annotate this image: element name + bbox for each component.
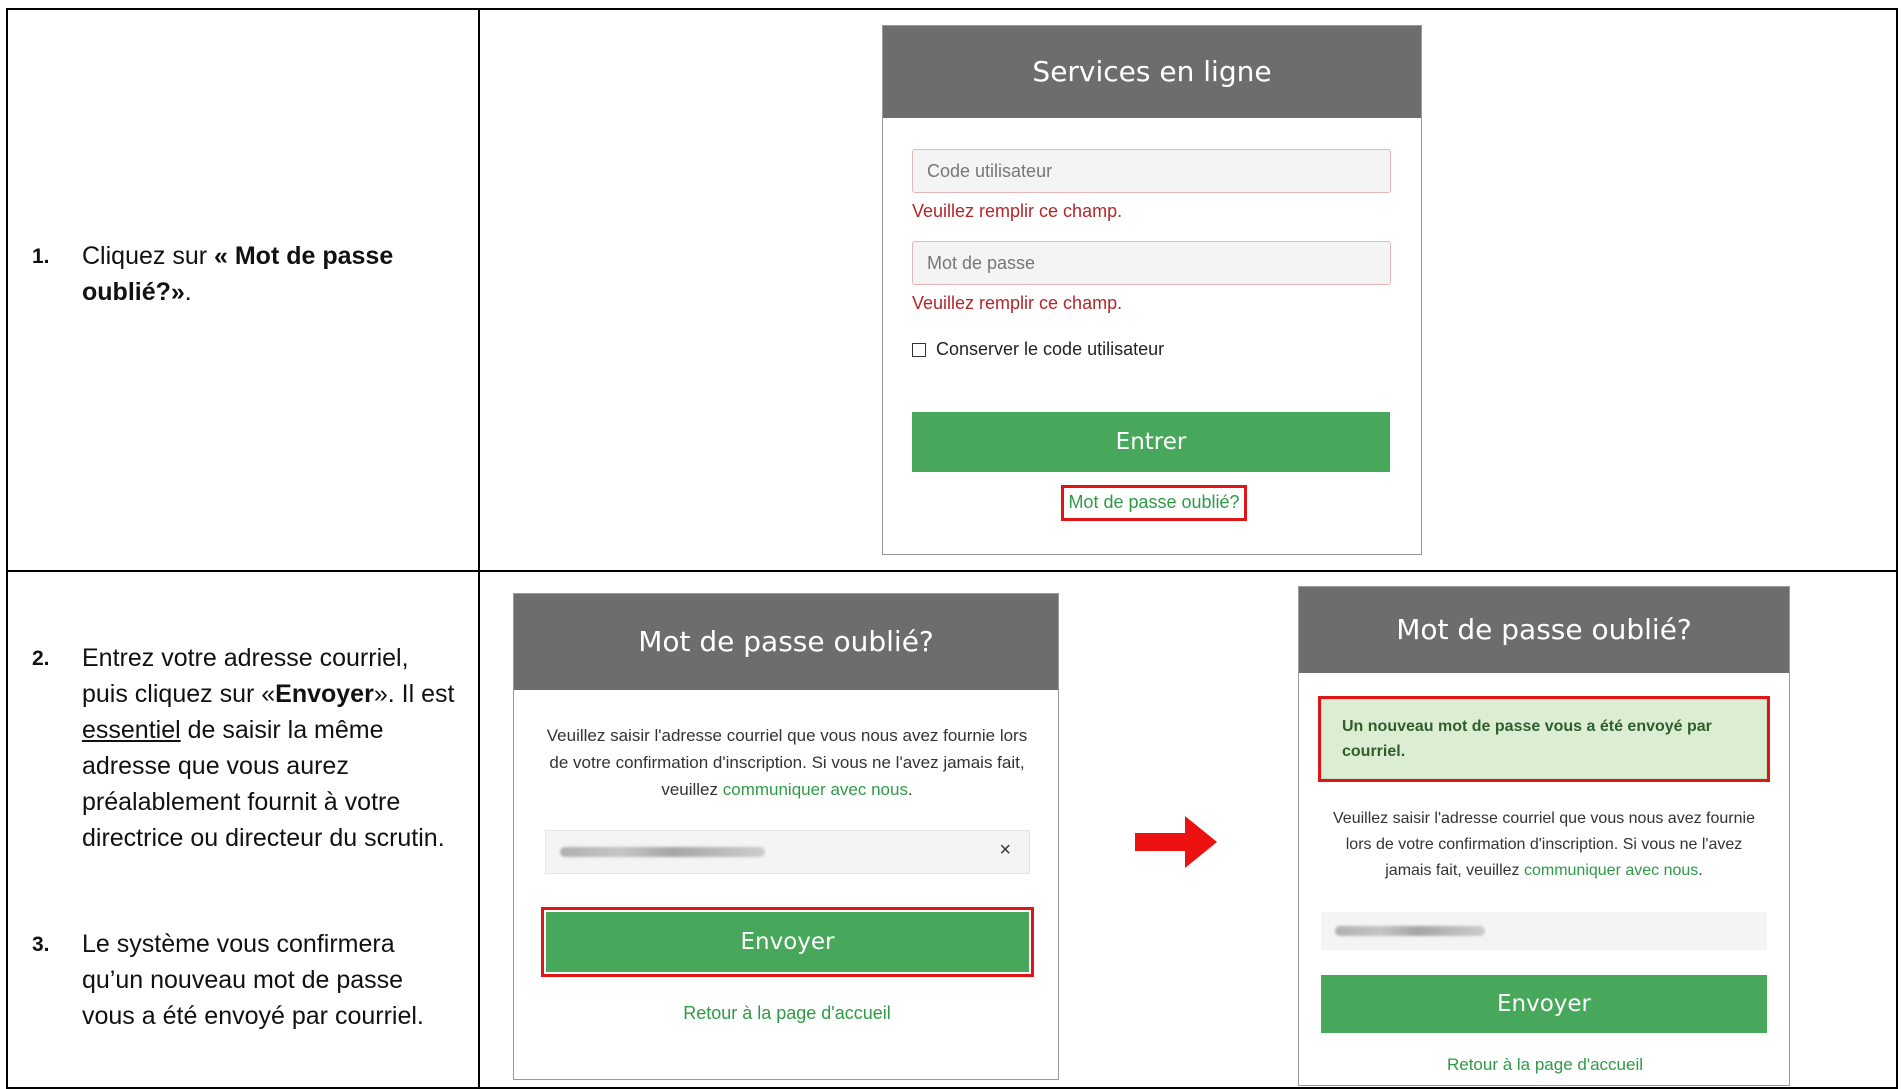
step-2-instruction: 2. Entrez votre adresse courriel, puis c… [32, 640, 460, 856]
blurred-email-value [1335, 926, 1485, 936]
step-1-instruction: 1. Cliquez sur « Mot de passe oublié?». [32, 238, 452, 310]
forgot-panel-title: Mot de passe oublié? [514, 594, 1058, 690]
step-3-instruction: 3. Le système vous confirmera qu’un nouv… [32, 926, 460, 1034]
back-home-link[interactable]: Retour à la page d'accueil [514, 1003, 1060, 1024]
forgot-panel-instructions: Veuillez saisir l'adresse courriel que v… [546, 726, 1028, 799]
enter-button[interactable]: Entrer [912, 412, 1390, 472]
clear-icon[interactable]: × [999, 839, 1011, 862]
blurred-email-value [560, 847, 765, 857]
step-2-text: Entrez votre adresse courriel, puis cliq… [82, 644, 455, 852]
contact-us-link[interactable]: communiquer avec nous [723, 780, 908, 799]
forgot-password-panel: Mot de passe oublié? Veuillez saisir l'a… [513, 593, 1059, 1080]
remember-user-label: Conserver le code utilisateur [936, 339, 1165, 359]
column-divider [478, 10, 480, 1087]
confirm-panel-title: Mot de passe oublié? [1299, 587, 1789, 673]
confirm-panel-instructions: Veuillez saisir l'adresse courriel que v… [1333, 810, 1755, 879]
contact-us-link[interactable]: communiquer avec nous [1524, 862, 1698, 879]
password-error: Veuillez remplir ce champ. [912, 293, 1123, 313]
login-panel-title: Services en ligne [883, 26, 1421, 118]
step-2-number: 2. [32, 647, 50, 670]
instruction-page: 1. Cliquez sur « Mot de passe oublié?». … [0, 0, 1902, 1089]
step-1-number: 1. [32, 245, 50, 268]
user-code-error: Veuillez remplir ce champ. [912, 201, 1123, 221]
login-panel: Services en ligne Code utilisateur Veuil… [882, 25, 1422, 555]
step-1-text: Cliquez sur « Mot de passe oublié?». [82, 242, 394, 306]
row-divider [8, 570, 1896, 572]
forgot-password-link[interactable]: Mot de passe oublié? [1061, 492, 1247, 513]
back-home-link[interactable]: Retour à la page d'accueil [1299, 1055, 1791, 1075]
instruction-table: 1. Cliquez sur « Mot de passe oublié?». … [6, 8, 1898, 1089]
email-input[interactable]: × [545, 830, 1030, 874]
checkbox-icon[interactable] [912, 342, 926, 357]
send-button[interactable]: Envoyer [1321, 975, 1767, 1033]
right-arrow-icon [1135, 816, 1217, 868]
success-alert-highlight [1318, 696, 1770, 782]
step-3-text: Le système vous confirmera qu’un nouveau… [82, 930, 424, 1030]
send-button[interactable]: Envoyer [546, 912, 1029, 972]
step-3-number: 3. [32, 933, 50, 956]
email-input[interactable] [1321, 912, 1767, 950]
user-code-input[interactable]: Code utilisateur [912, 149, 1391, 193]
confirmation-panel: Mot de passe oublié? Un nouveau mot de p… [1298, 586, 1790, 1086]
password-input[interactable]: Mot de passe [912, 241, 1391, 285]
remember-user-row[interactable]: Conserver le code utilisateur [912, 339, 1164, 360]
